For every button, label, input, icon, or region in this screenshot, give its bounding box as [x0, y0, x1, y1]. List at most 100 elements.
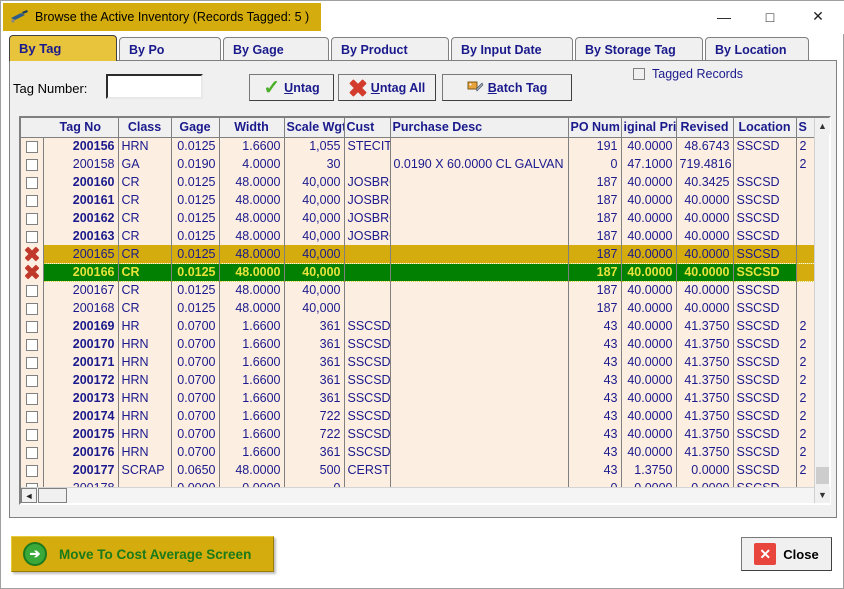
tab-by-gage[interactable]: By Gage [223, 37, 329, 61]
tab-by-product[interactable]: By Product [331, 37, 449, 61]
row-select-cell[interactable] [21, 245, 44, 263]
col-revised[interactable]: Revised [676, 118, 734, 138]
horizontal-scroll-thumb[interactable] [38, 488, 67, 503]
row-select-cell[interactable] [21, 425, 44, 443]
row-checkbox[interactable] [25, 320, 38, 333]
row-select-cell[interactable] [21, 209, 44, 227]
row-checkbox[interactable] [25, 374, 38, 387]
row-checkbox[interactable] [25, 392, 38, 405]
table-row[interactable]: 200177 SCRAP 0.0650 48.0000 500 CERST 43 1.3750… [21, 461, 816, 479]
cell-location: SSCSD [733, 299, 797, 317]
scroll-up-button[interactable]: ▲ [815, 118, 830, 134]
row-select-cell[interactable] [21, 407, 44, 425]
table-row[interactable]: 200165 CR 0.0125 48.0000 40,000 187 40.0000 40.… [21, 245, 816, 263]
close-button[interactable]: ✕ Close [741, 537, 832, 571]
untag-button[interactable]: ✓ Untag [249, 74, 334, 101]
cell-original-price: 40.0000 [621, 425, 677, 443]
row-select-cell[interactable] [21, 461, 44, 479]
row-checkbox[interactable] [25, 446, 38, 459]
row-select-cell[interactable] [21, 227, 44, 245]
row-checkbox[interactable] [25, 284, 38, 297]
table-row[interactable]: 200167 CR 0.0125 48.0000 40,000 187 40.0000 40.… [21, 281, 816, 299]
col-original-price[interactable]: iginal Pri [621, 118, 677, 138]
row-select-cell[interactable] [21, 353, 44, 371]
row-checkbox[interactable] [25, 230, 38, 243]
cell-location: SSCSD [733, 245, 797, 263]
col-s[interactable]: S [796, 118, 816, 138]
table-row[interactable]: 200161CR0.012548.000040,000JOSBRO18740.0… [21, 191, 816, 209]
row-select-cell[interactable] [21, 173, 44, 191]
col-select[interactable] [21, 118, 43, 138]
row-checkbox[interactable] [25, 338, 38, 351]
col-tag-no[interactable]: Tag No [43, 118, 119, 138]
scroll-left-button[interactable]: ◄ [21, 488, 37, 503]
cell-location: SSCSD [733, 191, 797, 209]
row-select-cell[interactable] [21, 191, 44, 209]
row-checkbox[interactable] [25, 176, 38, 189]
row-select-cell[interactable] [21, 299, 44, 317]
table-row[interactable]: 200173 HRN 0.0700 1.6600 361 SSCSD 43 40.0000 41… [21, 389, 816, 407]
tag-number-input[interactable] [106, 74, 203, 99]
table-row[interactable]: 200158 GA 0.0190 4.0000 30 0.0190 X 60.0000 C… [21, 155, 816, 173]
row-select-cell[interactable] [21, 443, 44, 461]
row-checkbox[interactable] [25, 428, 38, 441]
col-location[interactable]: Location [733, 118, 797, 138]
tagged-records-checkbox[interactable]: Tagged Records [633, 67, 743, 81]
table-row[interactable]: 200171 HRN 0.0700 1.6600 361 SSCSD 43 40.0000 41… [21, 353, 816, 371]
row-checkbox[interactable] [25, 302, 38, 315]
table-row[interactable]: 200175 HRN 0.0700 1.6600 722 SSCSD 43 40.0000 41… [21, 425, 816, 443]
cell-purchase-desc [390, 209, 569, 227]
row-select-cell[interactable] [21, 389, 44, 407]
row-select-cell[interactable] [21, 335, 44, 353]
table-row[interactable]: 200168 CR 0.0125 48.0000 40,000 187 40.0000 40.… [21, 299, 816, 317]
col-width[interactable]: Width [219, 118, 285, 138]
tab-by-input-date[interactable]: By Input Date [451, 37, 573, 61]
inventory-grid[interactable]: Tag No Class Gage Width Scale Wgt Cust P… [19, 116, 831, 505]
row-checkbox[interactable] [25, 464, 38, 477]
row-select-cell[interactable] [21, 137, 44, 155]
col-po-num[interactable]: PO Num [568, 118, 622, 138]
table-row[interactable]: 200156 HRN 0.0125 1.6600 1,055 STECIT 191 40.00… [21, 137, 816, 155]
table-row[interactable]: 200170 HRN 0.0700 1.6600 361 SSCSD 43 40.0000 41… [21, 335, 816, 353]
col-gage[interactable]: Gage [171, 118, 220, 138]
table-row[interactable]: 200162CR0.012548.000040,000JOSBRO18740.0… [21, 209, 816, 227]
row-select-cell[interactable] [21, 281, 44, 299]
table-row[interactable]: 200163CR0.012548.000040,000JOSBRO18740.0… [21, 227, 816, 245]
cell-gage: 0.0700 [171, 443, 220, 461]
row-checkbox[interactable] [25, 158, 38, 171]
row-select-cell[interactable] [21, 317, 44, 335]
row-checkbox[interactable] [25, 410, 38, 423]
row-select-cell[interactable] [21, 155, 44, 173]
col-scale-wgt[interactable]: Scale Wgt [284, 118, 345, 138]
table-row[interactable]: 200169 HR 0.0700 1.6600 361 SSCSD 43 40.0000 41.… [21, 317, 816, 335]
row-checkbox[interactable] [25, 212, 38, 225]
table-row[interactable]: 200172 HRN 0.0700 1.6600 361 SSCSD 43 40.0000 41… [21, 371, 816, 389]
maximize-button[interactable]: □ [747, 1, 793, 32]
row-checkbox[interactable] [25, 356, 38, 369]
tab-by-storage-tag[interactable]: By Storage Tag [575, 37, 703, 61]
vertical-scroll-thumb[interactable] [816, 467, 829, 484]
grid-vertical-scrollbar[interactable]: ▲ ▼ [814, 118, 830, 503]
col-purchase-desc[interactable]: Purchase Desc [390, 118, 569, 138]
table-row[interactable]: 200174 HRN 0.0700 1.6600 722 SSCSD 43 40.0000 41… [21, 407, 816, 425]
tab-by-location[interactable]: By Location [705, 37, 809, 61]
scroll-down-button[interactable]: ▼ [815, 487, 830, 503]
untag-all-button[interactable]: Untag All [338, 74, 436, 101]
batch-tag-button[interactable]: Batch Tag [442, 74, 572, 101]
table-row[interactable]: 200160CR0.012548.000040,000JOSBRO 18740.0… [21, 173, 816, 191]
row-select-cell[interactable] [21, 263, 44, 281]
move-to-cost-average-button[interactable]: ➔ Move To Cost Average Screen [11, 536, 274, 572]
row-checkbox[interactable] [25, 194, 38, 207]
close-window-button[interactable]: ✕ [795, 1, 841, 32]
tab-by-tag[interactable]: By Tag [9, 35, 117, 61]
minimize-button[interactable]: — [701, 1, 747, 32]
row-checkbox[interactable] [25, 140, 38, 153]
col-cust[interactable]: Cust [344, 118, 391, 138]
tab-by-po[interactable]: By Po [119, 37, 221, 61]
table-row[interactable]: 200176 HRN 0.0700 1.6600 361 SSCSD 43 40.0000 41… [21, 443, 816, 461]
col-class[interactable]: Class [118, 118, 172, 138]
grid-horizontal-scrollbar[interactable]: ◄ [21, 487, 814, 503]
untag-all-button-label: Untag All [370, 80, 426, 95]
table-row[interactable]: 200166 CR 0.0125 48.0000 40,000 187 40.0000 40.… [21, 262, 816, 282]
row-select-cell[interactable] [21, 371, 44, 389]
